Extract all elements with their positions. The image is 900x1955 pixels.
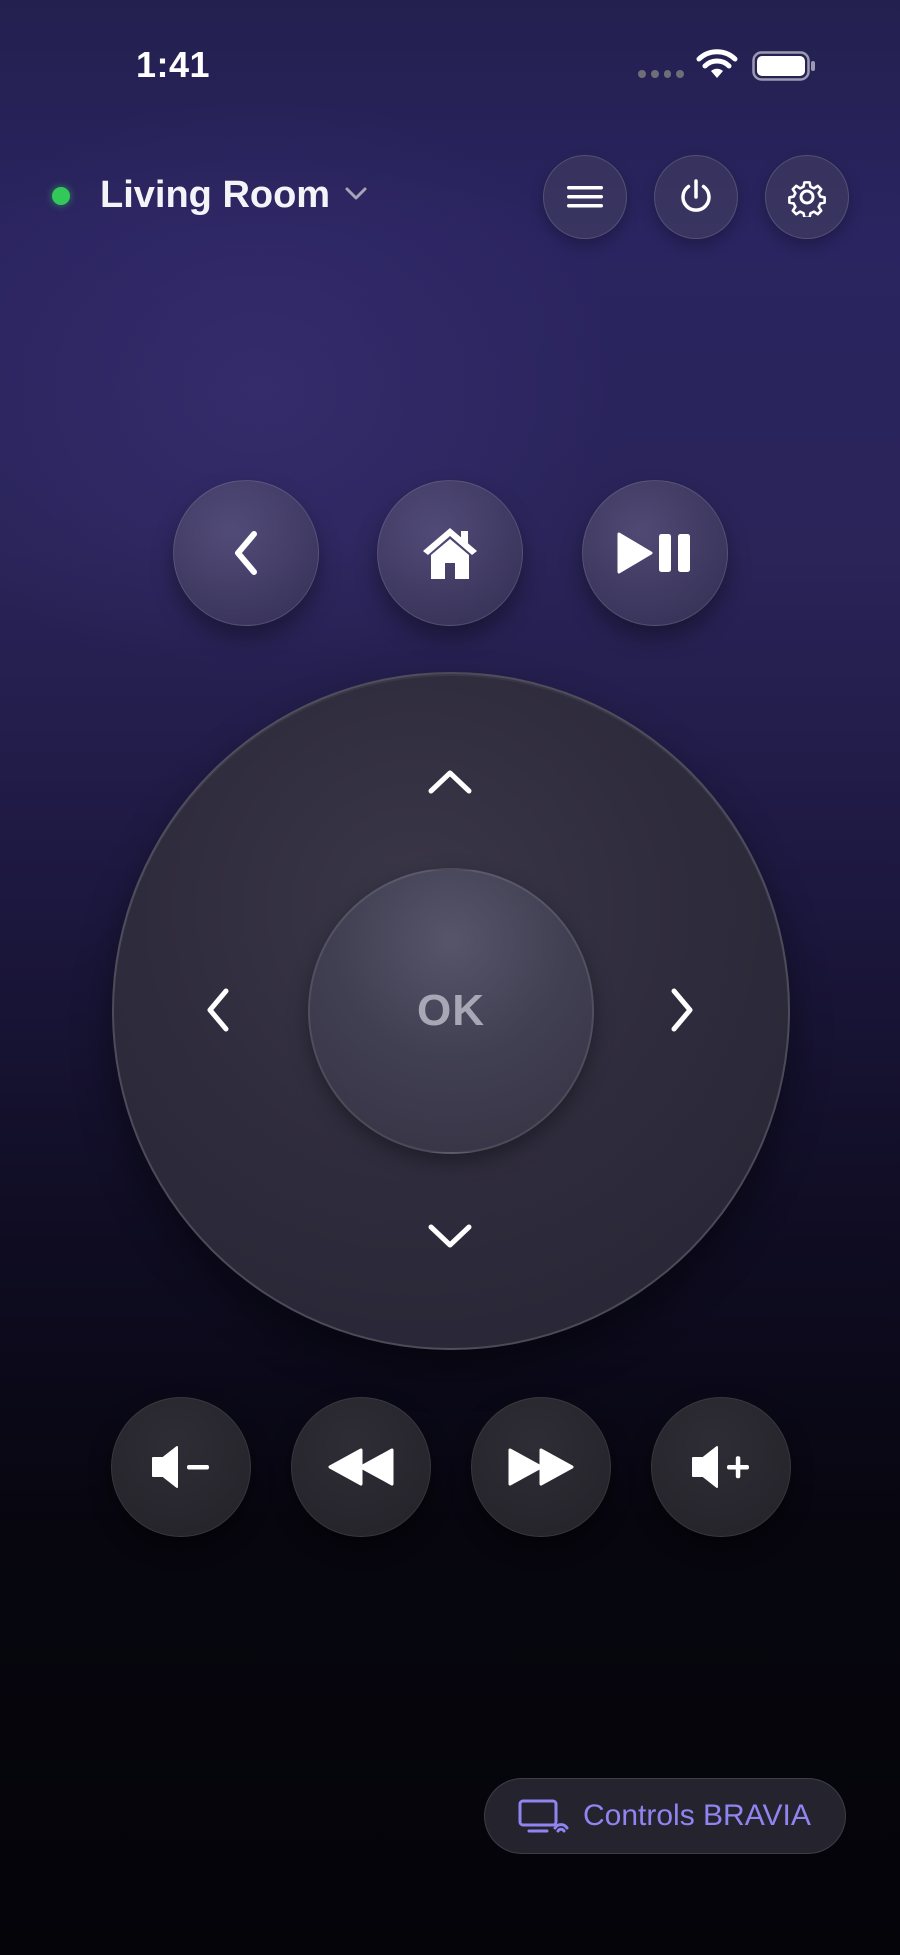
dpad-right-button[interactable] [637, 965, 727, 1055]
connection-status-dot [52, 187, 70, 205]
volume-minus-icon [152, 1446, 209, 1488]
dpad-down-button[interactable] [405, 1192, 495, 1282]
chevron-up-icon [428, 770, 472, 794]
play-pause-button[interactable] [582, 480, 728, 626]
ok-label: OK [417, 986, 485, 1035]
power-button[interactable] [654, 155, 738, 239]
volume-plus-icon [692, 1446, 749, 1488]
rewind-button[interactable] [291, 1397, 431, 1537]
dpad-up-button[interactable] [405, 736, 495, 826]
chevron-right-icon [671, 988, 693, 1032]
battery-icon [752, 51, 815, 81]
chevron-left-icon [235, 531, 257, 575]
cellular-signal-icon [638, 70, 684, 80]
fast-forward-button[interactable] [471, 1397, 611, 1537]
gear-icon [788, 181, 826, 217]
home-button[interactable] [377, 480, 523, 626]
rewind-icon [328, 1448, 394, 1486]
ok-button[interactable]: OK [308, 868, 594, 1154]
dpad-left-button[interactable] [173, 965, 263, 1055]
tv-wifi-icon [518, 1799, 569, 1833]
controls-device-pill[interactable]: Controls BRAVIA [484, 1778, 846, 1854]
settings-button[interactable] [765, 155, 849, 239]
back-button[interactable] [173, 480, 319, 626]
hamburger-icon [567, 186, 603, 208]
chevron-down-icon[interactable] [344, 186, 368, 202]
status-time: 1:41 [136, 44, 211, 85]
volume-up-button[interactable] [651, 1397, 791, 1537]
chevron-left-icon [207, 988, 229, 1032]
menu-button[interactable] [543, 155, 627, 239]
play-pause-icon [617, 532, 690, 574]
chevron-down-icon [428, 1224, 472, 1248]
controls-label: Controls BRAVIA [583, 1799, 811, 1832]
fast-forward-icon [508, 1448, 574, 1486]
volume-down-button[interactable] [111, 1397, 251, 1537]
power-icon [681, 179, 711, 212]
room-selector-label[interactable]: Living Room [100, 174, 330, 217]
wifi-icon [696, 49, 738, 78]
home-icon [423, 528, 477, 579]
